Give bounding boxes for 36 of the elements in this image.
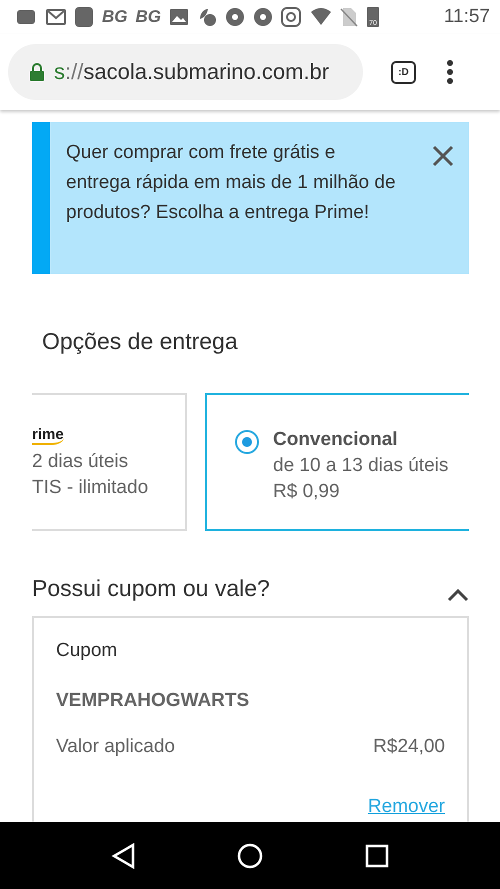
option-detail: TIS - ilimitado	[32, 476, 148, 500]
option-title: Convencional	[273, 428, 399, 452]
notification-label: BG	[102, 7, 128, 27]
recents-icon[interactable]	[365, 844, 389, 868]
option-detail: 2 dias úteis	[32, 450, 130, 474]
close-button[interactable]	[431, 144, 455, 168]
notification-label: BG	[136, 7, 161, 27]
address-bar[interactable]: s://sacola.submarino.com.br	[8, 44, 363, 100]
radio-button[interactable]	[235, 430, 259, 454]
chevron-up-icon[interactable]	[447, 588, 469, 602]
delivery-option-card[interactable]: Convencional de 10 a 13 dias úteis R$ 0,99	[205, 393, 469, 531]
option-detail: R$ 0,99	[273, 480, 341, 504]
no-sim-icon	[339, 7, 359, 27]
delivery-option-card[interactable]: rime 2 dias úteis TIS - ilimitado	[32, 393, 187, 531]
wifi-icon	[309, 7, 331, 27]
section-title: Possui cupom ou vale?	[32, 575, 270, 602]
image-icon	[169, 7, 189, 27]
section-title: Opções de entrega	[42, 328, 239, 355]
app-icon	[74, 7, 94, 27]
option-detail: de 10 a 13 dias úteis	[273, 454, 448, 478]
coupon-label: Cupom	[56, 640, 118, 662]
message-icon	[14, 7, 38, 27]
lock-icon	[30, 63, 44, 81]
mail-icon	[46, 7, 66, 27]
value-label: Valor aplicado	[56, 736, 176, 758]
back-icon[interactable]	[111, 842, 135, 868]
menu-icon[interactable]	[446, 60, 454, 84]
camera-icon	[281, 7, 301, 27]
banner-text: Quer comprar com frete grátis e entrega rápida em mais de 1 milhão de produtos? Escolha a entrega Prime!	[66, 141, 396, 225]
tab-switcher-button[interactable]: :D	[391, 60, 416, 84]
home-icon[interactable]	[237, 842, 263, 868]
prime-logo: rime	[32, 427, 64, 445]
coupon-code: VEMPRAHOGWARTS	[56, 690, 250, 712]
value-amount: R$24,00	[373, 736, 445, 758]
url-text: s://sacola.submarino.com.br	[54, 59, 330, 85]
clock: 11:57	[444, 6, 490, 28]
